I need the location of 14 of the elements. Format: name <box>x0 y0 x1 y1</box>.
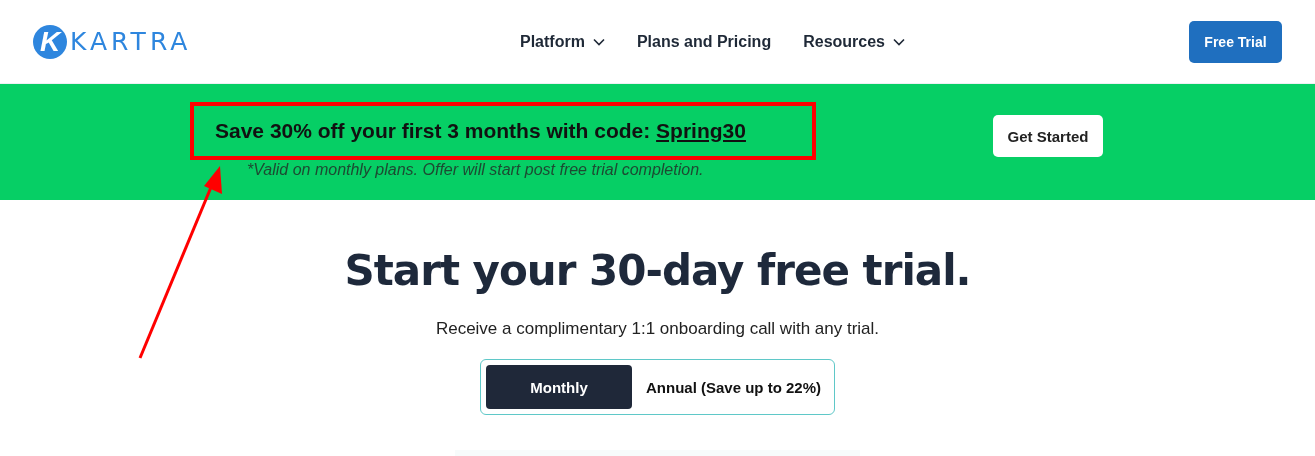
promo-headline: Save 30% off your first 3 months with code: Spring30 <box>215 118 746 143</box>
hero-title: Start your 30-day free trial. <box>344 246 971 295</box>
billing-option[interactable]: Annual (Save up to 22%) <box>638 365 829 409</box>
logo-text: KARTRA <box>70 27 192 56</box>
free-trial-button[interactable]: Free Trial <box>1189 20 1282 63</box>
logo-mark: K <box>33 24 67 59</box>
nav-link[interactable]: Resources <box>803 32 905 51</box>
hero-subtitle: Receive a complimentary 1:1 onboarding call with any trial. <box>435 319 880 339</box>
billing-option[interactable]: Monthly <box>486 365 632 409</box>
nav-link[interactable]: Plans and Pricing <box>636 32 772 51</box>
get-started-button[interactable]: Get Started <box>993 115 1103 157</box>
nav-link[interactable]: Platform <box>520 32 605 51</box>
promo-note: *Valid on monthly plans. Offer will start post free trial completion. <box>246 160 705 179</box>
promo-code-link[interactable]: Spring30 <box>656 118 746 142</box>
